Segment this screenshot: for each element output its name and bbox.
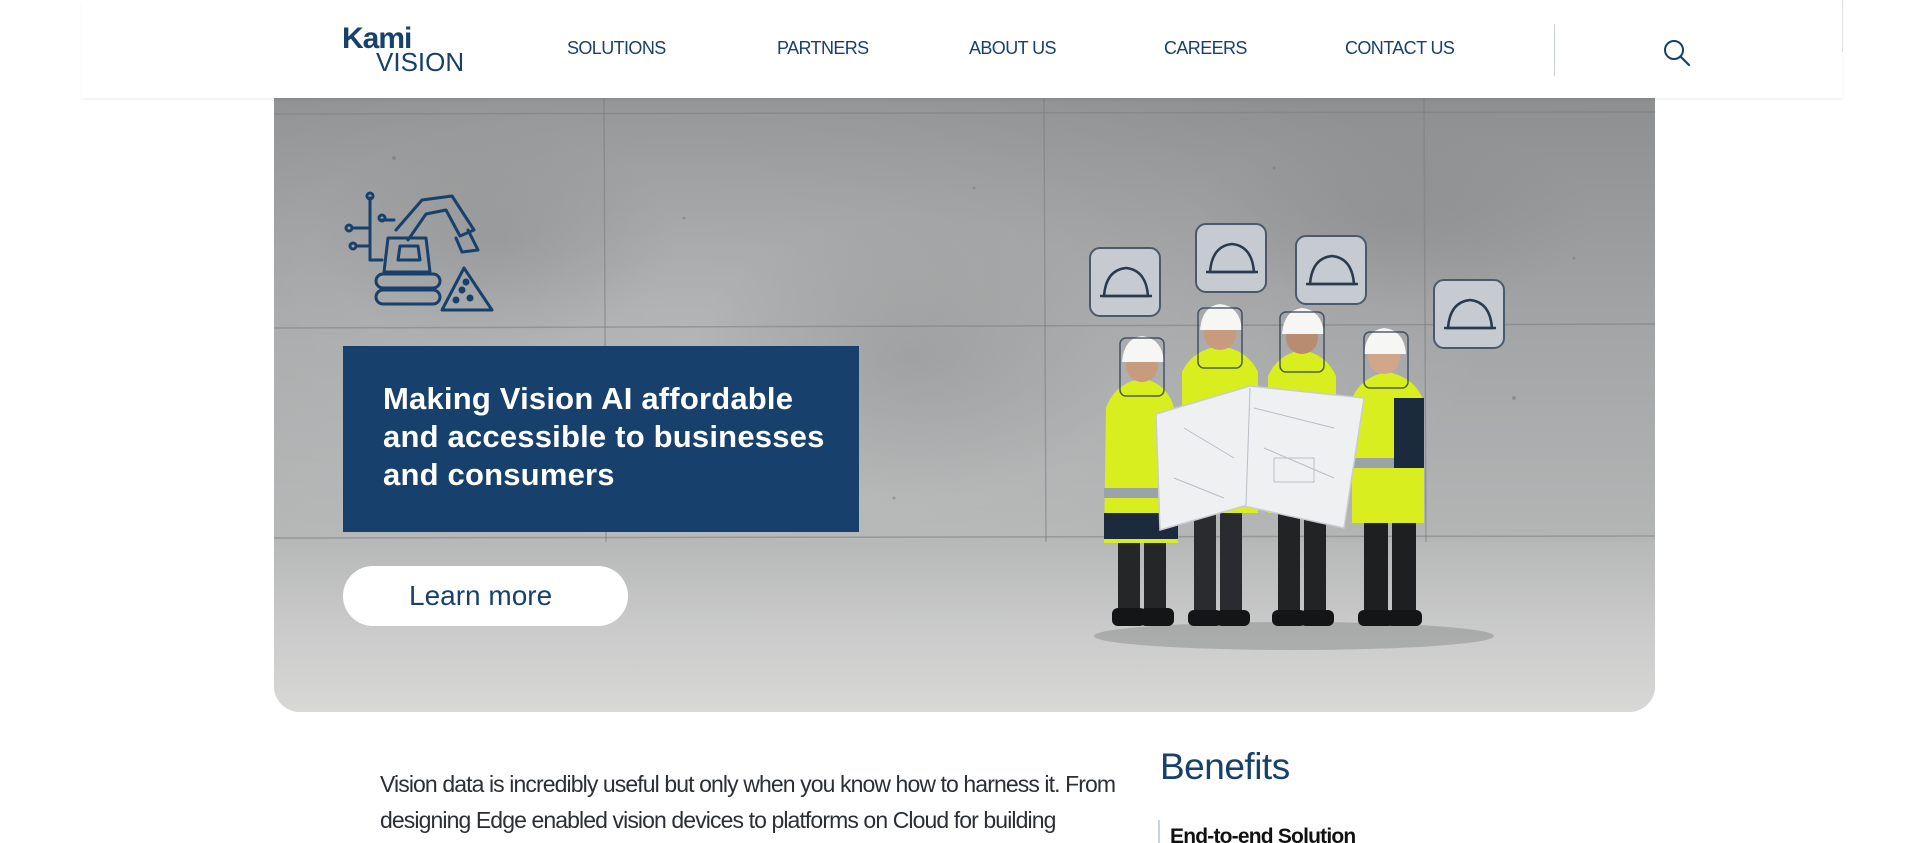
blueprint [1155, 385, 1365, 531]
nav-about-us[interactable]: ABOUT US [969, 38, 1056, 59]
construction-workers-image [1089, 223, 1505, 650]
intro-line-2: designing Edge enabled vision devices to… [380, 807, 1056, 833]
excavator-ai-icon [344, 191, 494, 312]
nav-partners[interactable]: PARTNERS [777, 38, 869, 59]
nav-contact-us[interactable]: CONTACT US [1345, 38, 1455, 59]
tagline-box: Making Vision AI affordable and accessib… [343, 346, 859, 532]
logo-wordmark-bottom: VISION [376, 47, 465, 77]
search-icon [1664, 40, 1691, 67]
learn-more-button[interactable]: Learn more [343, 566, 628, 626]
intro-line-1: Vision data is incredibly useful but onl… [380, 771, 1116, 797]
site-header: Kami VISION SOLUTIONS PARTNERS ABOUT US … [82, 0, 1842, 98]
kami-vision-logo[interactable]: Kami VISION [342, 22, 464, 76]
benefit-label: End-to-end Solution [1170, 825, 1356, 843]
nav-divider [1554, 24, 1555, 76]
search-button[interactable] [1660, 36, 1694, 70]
nav-careers[interactable]: CAREERS [1164, 38, 1247, 59]
hero-tagline: Making Vision AI affordable and accessib… [383, 381, 825, 492]
nav-solutions[interactable]: SOLUTIONS [567, 38, 666, 59]
intro-paragraph: Vision data is incredibly useful but onl… [380, 766, 1120, 838]
header-edge [1842, 0, 1843, 52]
benefits-heading: Benefits [1160, 746, 1290, 787]
benefit-item[interactable]: End-to-end Solution [1158, 820, 1356, 843]
hero-banner: Making Vision AI affordable and accessib… [274, 98, 1655, 712]
worker-4 [1352, 328, 1424, 626]
